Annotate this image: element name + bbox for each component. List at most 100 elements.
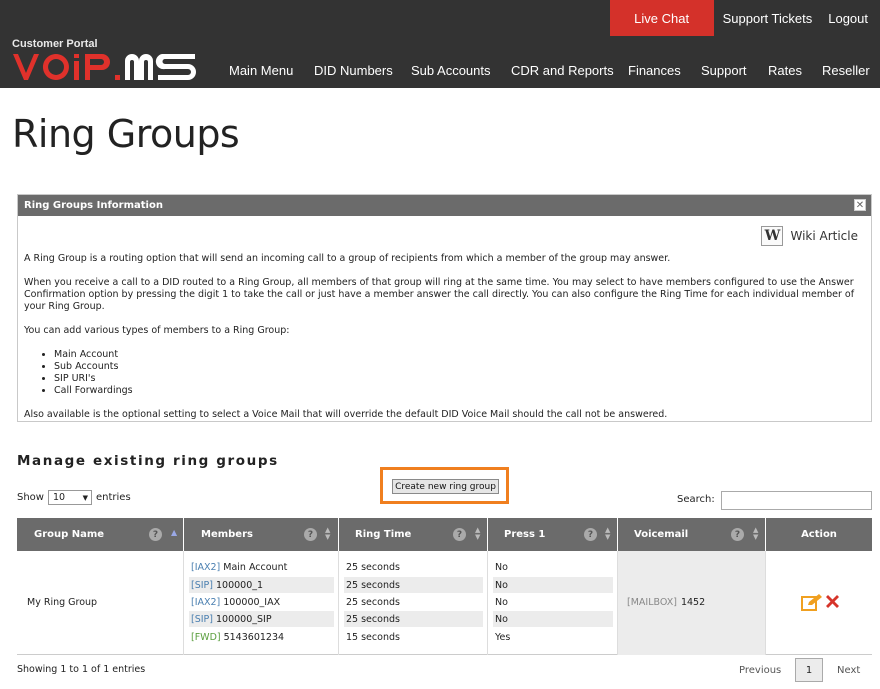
column-voicemail[interactable]: Voicemail ? ▲ ▼ <box>618 518 766 551</box>
ring-groups-info-panel: Ring Groups Information ✕ W Wiki Article… <box>17 194 872 422</box>
entries-label: entries <box>95 492 131 503</box>
next-button[interactable]: Next <box>837 665 860 676</box>
table-info: Showing 1 to 1 of 1 entries <box>17 664 146 675</box>
press1-row: No <box>493 577 613 593</box>
ring-time-row: 25 seconds <box>344 611 483 627</box>
info-panel-body: A Ring Group is a routing option that wi… <box>24 253 867 433</box>
member-row: [FWD] 5143601234 <box>189 629 334 645</box>
help-icon[interactable]: ? <box>731 528 744 541</box>
cell-members: [IAX2] Main Account [SIP] 100000_1 [IAX2] 1… <box>184 551 339 655</box>
voicemail-number: 1452 <box>680 597 706 608</box>
create-ring-group-button[interactable]: Create new ring group <box>392 479 499 494</box>
table-row: My Ring Group [IAX2] Main Account [SIP] 10… <box>17 551 872 655</box>
column-press-1[interactable]: Press 1 ? ▲ ▼ <box>488 518 618 551</box>
column-label: Members <box>201 529 253 540</box>
nav-sub-accounts[interactable]: Sub Accounts <box>411 63 491 78</box>
column-label: Action <box>801 529 837 540</box>
member-types-list: Main Account Sub Accounts SIP URI's Call… <box>54 349 867 397</box>
list-item: SIP URI's <box>54 373 867 385</box>
member-row: [SIP] 100000_SIP <box>189 611 334 627</box>
page-length-control: Show 10 ▼ entries <box>17 490 131 505</box>
show-label: Show <box>17 492 44 503</box>
page-title: Ring Groups <box>12 112 240 156</box>
nav-reseller[interactable]: Reseller <box>822 63 870 78</box>
ring-time-row: 25 seconds <box>346 596 400 608</box>
help-icon[interactable]: ? <box>304 528 317 541</box>
nav-finances[interactable]: Finances <box>628 63 681 78</box>
cell-press-1: No No No No Yes <box>488 551 618 655</box>
info-paragraph-4: Also available is the optional setting t… <box>24 409 668 420</box>
member-row: [SIP] 100000_1 <box>189 577 334 593</box>
ring-time-row: 25 seconds <box>346 561 400 573</box>
member-tag: [SIP] <box>191 613 213 625</box>
column-label: Ring Time <box>355 529 412 540</box>
sort-asc-icon[interactable]: ▲ <box>171 529 177 537</box>
column-members[interactable]: Members ? ▲ ▼ <box>184 518 339 551</box>
member-row: [IAX2] Main Account <box>189 559 334 575</box>
column-label: Voicemail <box>634 529 689 540</box>
logout-link[interactable]: Logout <box>820 0 880 36</box>
member-name: 5143601234 <box>223 631 285 643</box>
voicemail-tag: [MAILBOX] <box>627 597 677 608</box>
column-ring-time[interactable]: Ring Time ? ▲ ▼ <box>339 518 488 551</box>
nav-support[interactable]: Support <box>701 63 747 78</box>
close-icon[interactable]: ✕ <box>854 199 866 211</box>
create-button-highlight: Create new ring group <box>380 467 509 504</box>
group-name-value[interactable]: My Ring Group <box>27 597 97 608</box>
search-label: Search: <box>677 494 715 505</box>
entries-select[interactable]: 10 ▼ <box>47 490 92 505</box>
ring-time-row: 15 seconds <box>346 631 400 643</box>
member-name: 100000_1 <box>215 579 264 591</box>
support-tickets-link[interactable]: Support Tickets <box>714 0 821 36</box>
sort-icon[interactable]: ▲ ▼ <box>325 527 330 541</box>
main-nav: Main Menu DID Numbers Sub Accounts CDR a… <box>0 63 880 79</box>
logo-subtitle: Customer Portal <box>12 38 98 50</box>
cell-voicemail: [MAILBOX] 1452 <box>618 551 766 655</box>
manage-heading: Manage existing ring groups <box>17 453 279 469</box>
sort-icon[interactable]: ▲ ▼ <box>605 527 610 541</box>
member-tag: [IAX2] <box>191 596 221 608</box>
sort-icon[interactable]: ▲ ▼ <box>753 527 758 541</box>
member-row: [IAX2] 100000_IAX <box>189 594 334 610</box>
info-paragraph-1: A Ring Group is a routing option that wi… <box>24 253 671 264</box>
nav-did-numbers[interactable]: DID Numbers <box>314 63 393 78</box>
live-chat-button[interactable]: Live Chat <box>609 0 714 36</box>
help-icon[interactable]: ? <box>453 528 466 541</box>
member-tag: [FWD] <box>191 631 221 643</box>
previous-button[interactable]: Previous <box>739 665 781 676</box>
member-tag: [SIP] <box>191 579 213 591</box>
info-paragraph-2: When you receive a call to a DID routed … <box>24 277 855 312</box>
wiki-article-label: Wiki Article <box>790 229 858 243</box>
column-group-name[interactable]: Group Name ? ▲ <box>17 518 184 551</box>
entries-select-value: 10 <box>52 492 66 503</box>
delete-icon[interactable] <box>824 593 841 610</box>
cell-ring-time: 25 seconds 25 seconds 25 seconds 25 seco… <box>339 551 488 655</box>
table-header: Group Name ? ▲ Members ? ▲ ▼ Ring Time ? … <box>17 518 872 551</box>
chevron-down-icon: ▼ <box>82 493 88 502</box>
cell-group-name: My Ring Group <box>17 551 184 655</box>
info-paragraph-3: You can add various types of members to … <box>24 325 290 336</box>
member-tag: [IAX2] <box>191 561 221 573</box>
edit-icon[interactable] <box>801 593 823 611</box>
column-label: Press 1 <box>504 529 546 540</box>
search-input[interactable] <box>721 491 872 510</box>
ring-time-row: 25 seconds <box>344 577 483 593</box>
help-icon[interactable]: ? <box>584 528 597 541</box>
sort-icon[interactable]: ▲ ▼ <box>475 527 480 541</box>
list-item: Sub Accounts <box>54 361 867 373</box>
member-name: Main Account <box>223 561 288 573</box>
press1-row: Yes <box>495 631 511 643</box>
info-panel-title: Ring Groups Information <box>24 200 163 211</box>
help-icon[interactable]: ? <box>149 528 162 541</box>
wikipedia-icon: W <box>761 226 784 246</box>
press1-row: No <box>495 561 508 573</box>
nav-rates[interactable]: Rates <box>768 63 802 78</box>
wiki-article-link[interactable]: W Wiki Article <box>761 226 858 246</box>
nav-cdr-reports[interactable]: CDR and Reports <box>511 63 614 78</box>
nav-main-menu[interactable]: Main Menu <box>229 63 293 78</box>
press1-row: No <box>493 611 613 627</box>
member-name: 100000_SIP <box>215 613 272 625</box>
page-button-1[interactable]: 1 <box>795 658 823 682</box>
column-action: Action <box>766 518 872 551</box>
cell-action <box>766 551 872 655</box>
